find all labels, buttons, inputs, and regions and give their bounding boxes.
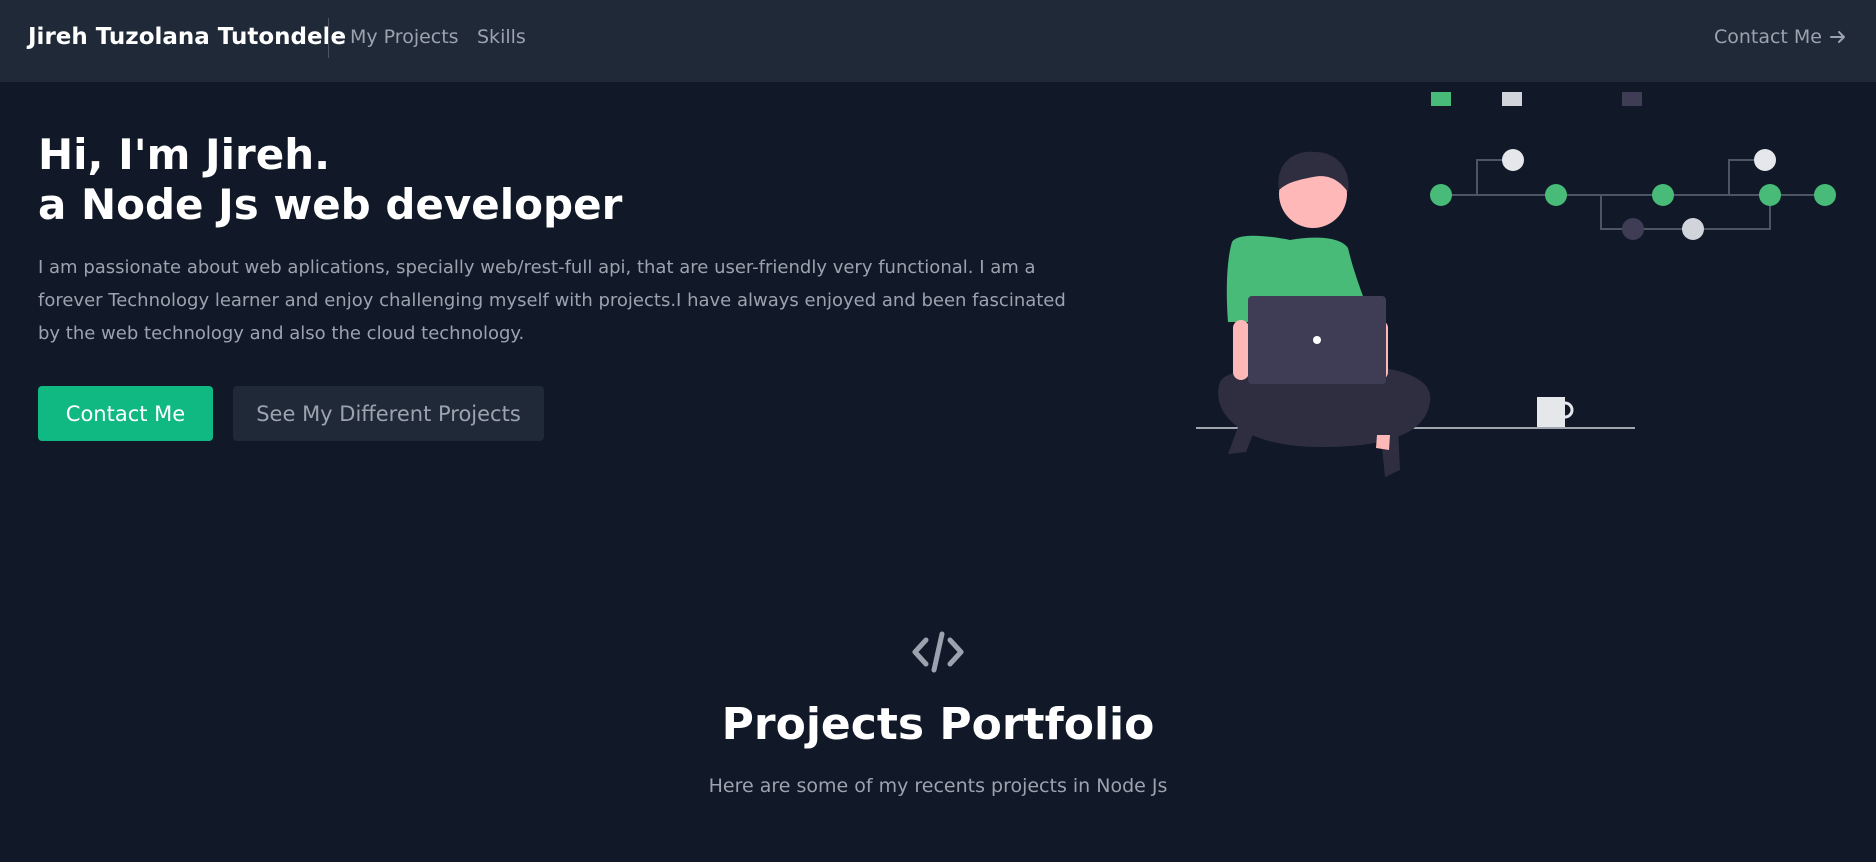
code-icon <box>912 631 964 673</box>
projects-section-title: Projects Portfolio <box>721 699 1155 750</box>
top-navbar: Jireh Tuzolana Tutondele My Projects Ski… <box>0 0 1876 82</box>
nav-divider <box>328 18 329 58</box>
projects-section-subtitle: Here are some of my recents projects in … <box>708 775 1168 797</box>
nav-link-skills[interactable]: Skills <box>477 26 526 48</box>
nav-contact-label: Contact Me <box>1713 26 1822 48</box>
nav-link-my-projects[interactable]: My Projects <box>350 26 459 48</box>
hero-description: I am passionate about web aplications, s… <box>38 257 1066 344</box>
developer-with-laptop-illustration <box>1196 92 1836 477</box>
hero-heading-line2: a Node Js web developer <box>38 180 623 229</box>
contact-me-button[interactable]: Contact Me <box>38 386 213 441</box>
see-projects-button[interactable]: See My Different Projects <box>233 386 544 441</box>
hero-heading: Hi, I'm Jireh. a Node Js web developer <box>38 130 622 230</box>
arrow-right-icon <box>1830 31 1845 43</box>
nav-contact-link[interactable]: Contact Me <box>1714 26 1848 48</box>
hero-heading-line1: Hi, I'm Jireh. <box>38 130 331 179</box>
brand-name[interactable]: Jireh Tuzolana Tutondele <box>28 24 346 50</box>
